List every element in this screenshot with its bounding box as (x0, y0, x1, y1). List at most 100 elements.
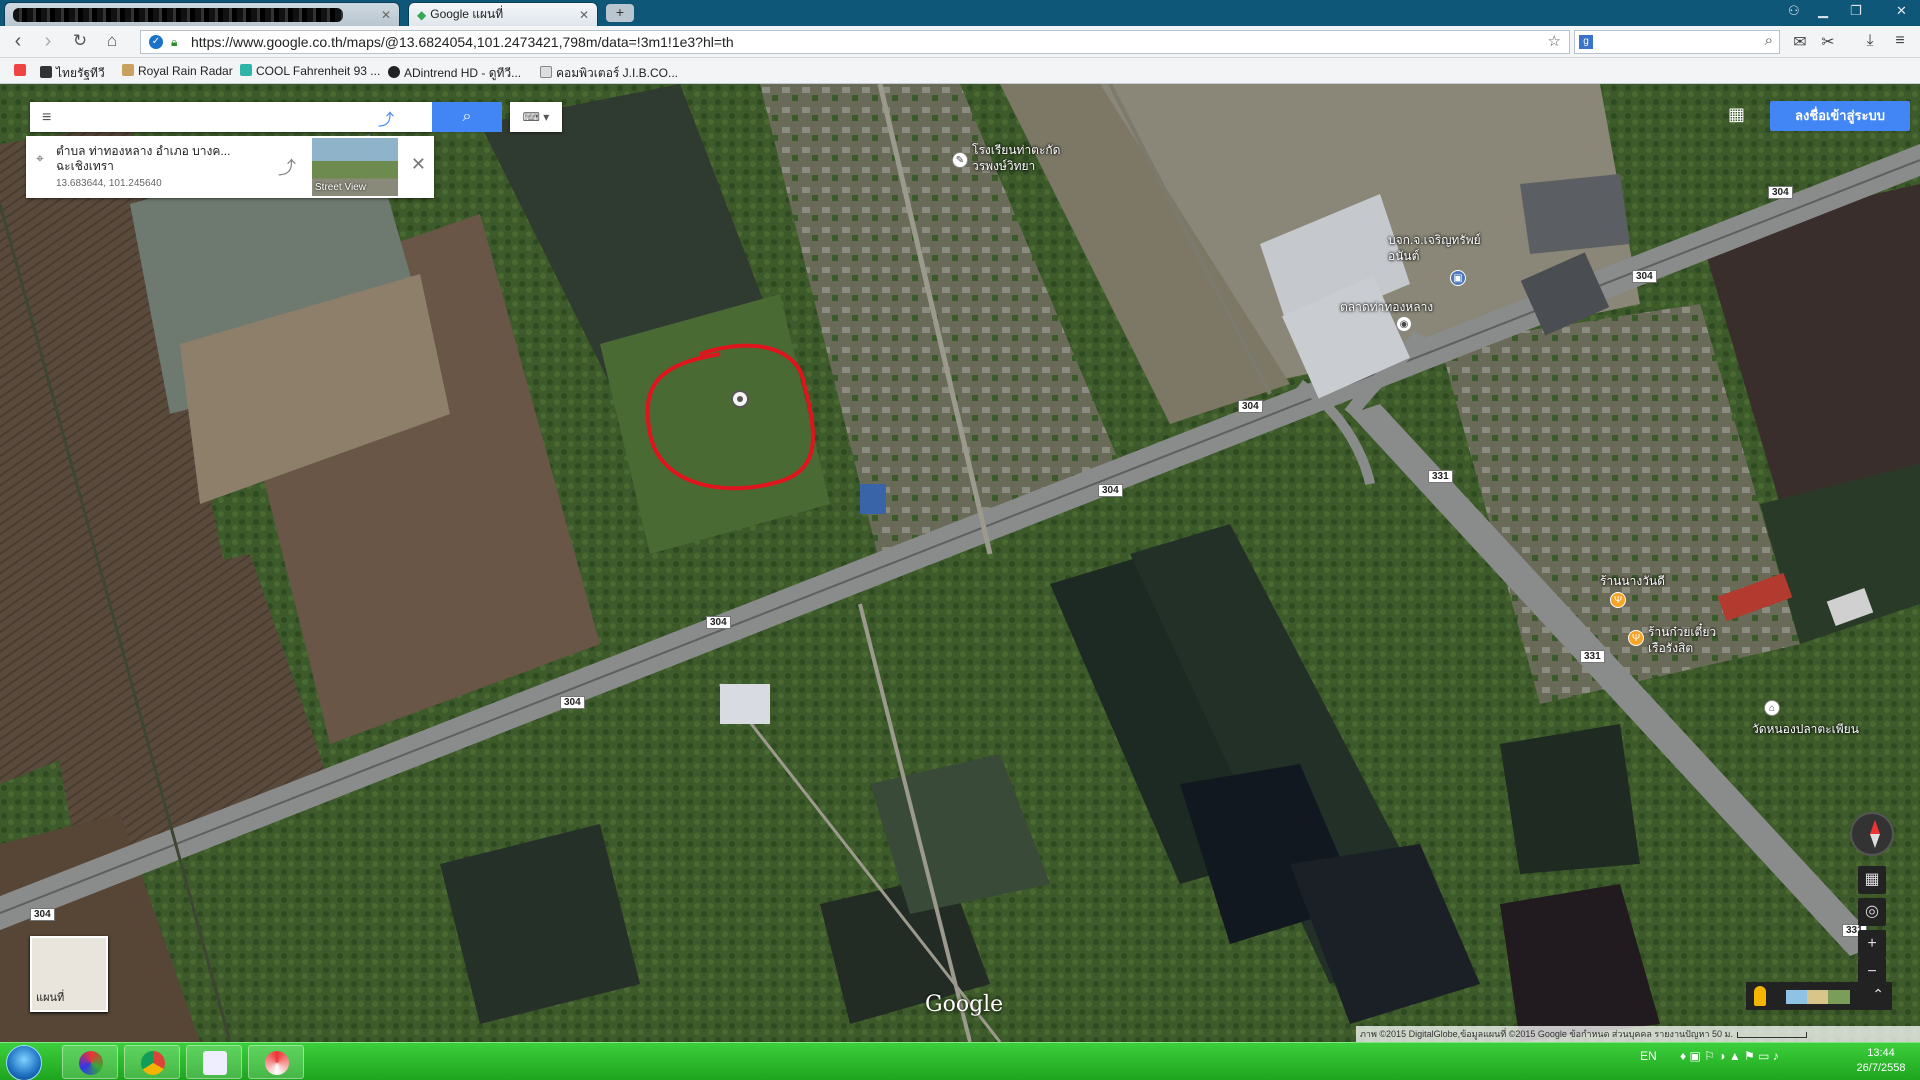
scale-bar (1736, 1031, 1807, 1038)
search-input[interactable] (74, 106, 404, 128)
close-tab-icon[interactable]: ✕ (579, 8, 589, 22)
road-label-304: 304 (1238, 400, 1263, 413)
tab-strip: ✕ ◆ Google แผนที่ ✕ + ⚇ ▁ ❐ ✕ (0, 0, 1920, 26)
imagery-thumbnails[interactable] (1786, 990, 1850, 1004)
satellite-imagery (0, 84, 1920, 1042)
taskbar-app[interactable] (248, 1045, 304, 1079)
menu-icon[interactable]: ≡ (1890, 32, 1910, 52)
reload-icon[interactable]: ↻ (68, 30, 92, 54)
poi-label-temple[interactable]: วัดหนองปลาตะเพียน (1752, 720, 1859, 739)
app-icon (203, 1051, 227, 1075)
poi-label-business[interactable]: บจก.จ.เจริญทรัพย์ อนันต์ (1388, 232, 1481, 264)
map-view-toggle[interactable]: แผนที่ (30, 936, 108, 1012)
road-label-304: 304 (1768, 186, 1793, 199)
road-label-304: 304 (30, 908, 55, 921)
poi-label-restaurant[interactable]: ร้านนางวันดี (1600, 572, 1665, 591)
shield-icon: ✓ (149, 35, 163, 49)
extension-icon[interactable]: ✉ (1790, 32, 1810, 52)
user-icon[interactable]: ⚇ (1788, 3, 1800, 19)
language-indicator[interactable]: EN (1640, 1049, 1657, 1063)
maps-favicon-icon: ◆ (417, 7, 427, 22)
market-icon[interactable]: ◉ (1396, 316, 1412, 332)
restaurant-icon[interactable]: Ψ (1610, 592, 1626, 608)
road-label-304: 304 (706, 616, 731, 629)
system-tray: EN ♦ ▣ ⚐ ◑ ▲ ⚑ ▭ ♪ (1640, 1049, 1779, 1063)
road-label-304: 304 (1098, 484, 1123, 497)
place-card: ⌖ ตำบล ท่าทองหลาง อำเภอ บางค... ฉะเชิงเท… (26, 136, 434, 198)
lock-icon: 🔒︎ (171, 35, 178, 49)
bookmark-favicon-icon (388, 66, 400, 78)
home-icon[interactable]: ⌂ (100, 30, 124, 54)
search-button[interactable]: ⌕ (432, 102, 502, 132)
bookmark-item[interactable]: COOL Fahrenheit 93 ... (240, 64, 380, 78)
tilt-icon[interactable]: ▦ (1858, 866, 1886, 894)
pegman-icon[interactable] (1754, 986, 1766, 1006)
clock-time: 13:44 (1867, 1047, 1895, 1059)
expand-icon[interactable]: ⌃ (1872, 986, 1884, 1003)
satellite-map[interactable]: 304 304 304 304 304 304 304 331 331 331 … (0, 84, 1920, 1042)
restore-icon[interactable]: ❐ (1850, 3, 1862, 19)
app-icon (265, 1051, 289, 1075)
road-label-304: 304 (560, 696, 585, 709)
restaurant-icon[interactable]: Ψ (1628, 630, 1644, 646)
compass-icon[interactable] (1850, 812, 1894, 856)
redacted-tab-title (13, 7, 343, 22)
close-window-icon[interactable]: ✕ (1896, 3, 1907, 19)
close-tab-icon[interactable]: ✕ (381, 8, 391, 22)
poi-label-school[interactable]: โรงเรียนท่าตะกัด วรพงษ์วิทยา (972, 142, 1068, 174)
tray-icons[interactable]: ♦ ▣ ⚐ ◑ ▲ ⚑ ▭ ♪ (1680, 1049, 1779, 1063)
back-icon[interactable]: ‹ (6, 30, 30, 54)
browser-toolbar: ‹ › ↻ ⌂ ✓ 🔒︎ https://www.google.co.th/ma… (0, 26, 1920, 58)
taskbar-chrome[interactable] (124, 1045, 180, 1079)
bookmark-item[interactable]: คอมพิวเตอร์ J.I.B.CO... (540, 64, 678, 83)
taskbar-app[interactable] (62, 1045, 118, 1079)
tab-google-maps[interactable]: ◆ Google แผนที่ ✕ (408, 2, 598, 26)
bookmark-favicon-icon (122, 64, 134, 76)
search-icon[interactable]: ⌕ (1765, 32, 1773, 49)
apps-grid-icon[interactable]: ▦ (1728, 104, 1745, 125)
search-icon: ⌕ (462, 108, 472, 125)
app-icon (79, 1051, 103, 1075)
zoom-in-button[interactable]: + (1858, 930, 1886, 958)
bookmark-favicon-icon (240, 64, 252, 76)
temple-icon[interactable]: ⌂ (1764, 700, 1780, 716)
download-icon[interactable]: ⤓ (1860, 32, 1880, 52)
poi-label-noodle-shop[interactable]: ร้านก๋วยเตี๋ยว เรือรังสิต (1648, 624, 1724, 656)
bookmark-item[interactable]: ADintrend HD - ดูทีวี... (388, 64, 521, 83)
bookmark-item[interactable]: Royal Rain Radar (122, 64, 233, 78)
url-text: https://www.google.co.th/maps/@13.682405… (191, 34, 734, 50)
address-bar[interactable]: ✓ 🔒︎ https://www.google.co.th/maps/@13.6… (140, 30, 1570, 54)
taskbar-app[interactable] (186, 1045, 242, 1079)
minimize-icon[interactable]: ▁ (1818, 3, 1828, 19)
attribution-text[interactable]: ภาพ ©2015 DigitalGlobe,ข้อมูลแผนที่ ©201… (1360, 1029, 1733, 1039)
directions-icon[interactable]: ⤴ (378, 106, 394, 130)
tab-redacted[interactable]: ✕ (4, 2, 400, 26)
clock[interactable]: 13:44 26/7/2558 (1848, 1046, 1914, 1076)
apps-icon[interactable] (14, 64, 30, 78)
my-location-icon[interactable]: ◎ (1858, 898, 1886, 926)
start-button[interactable] (6, 1045, 42, 1080)
scissors-icon[interactable]: ✂ (1818, 32, 1838, 52)
attribution-bar: ภาพ ©2015 DigitalGlobe,ข้อมูลแผนที่ ©201… (1356, 1026, 1920, 1042)
directions-icon[interactable]: ⤴ (278, 154, 296, 180)
bookmark-favicon-icon (540, 66, 552, 78)
bookmark-favicon-icon (40, 66, 52, 78)
new-tab-button[interactable]: + (606, 4, 634, 22)
search-engine-box[interactable]: g ⌕ (1574, 30, 1780, 54)
clock-date: 26/7/2558 (1856, 1062, 1906, 1074)
bookmark-star-icon[interactable]: ☆ (1548, 31, 1561, 53)
forward-icon[interactable]: › (36, 30, 60, 54)
close-icon[interactable]: ✕ (411, 154, 426, 175)
search-panel: ≡ ⤴ (30, 102, 432, 132)
place-address[interactable]: ตำบล ท่าทองหลาง อำเภอ บางค... ฉะเชิงเทรา (56, 144, 266, 174)
sign-in-button[interactable]: ลงชื่อเข้าสู่ระบบ (1770, 101, 1910, 131)
keyboard-icon: ⌨ ▾ (522, 110, 550, 124)
business-icon[interactable]: ▣ (1450, 270, 1466, 286)
street-view-thumbnail[interactable]: Street View (312, 138, 398, 196)
hamburger-menu-icon[interactable]: ≡ (42, 109, 51, 127)
school-icon[interactable]: ✎ (952, 152, 968, 168)
bookmark-item[interactable]: ไทยรัฐทีวี (40, 64, 105, 83)
place-coordinates: 13.683644, 101.245640 (56, 178, 162, 189)
input-tools-button[interactable]: ⌨ ▾ (510, 102, 562, 132)
poi-label-market[interactable]: ตลาดท่าทองหลาง (1340, 298, 1433, 317)
